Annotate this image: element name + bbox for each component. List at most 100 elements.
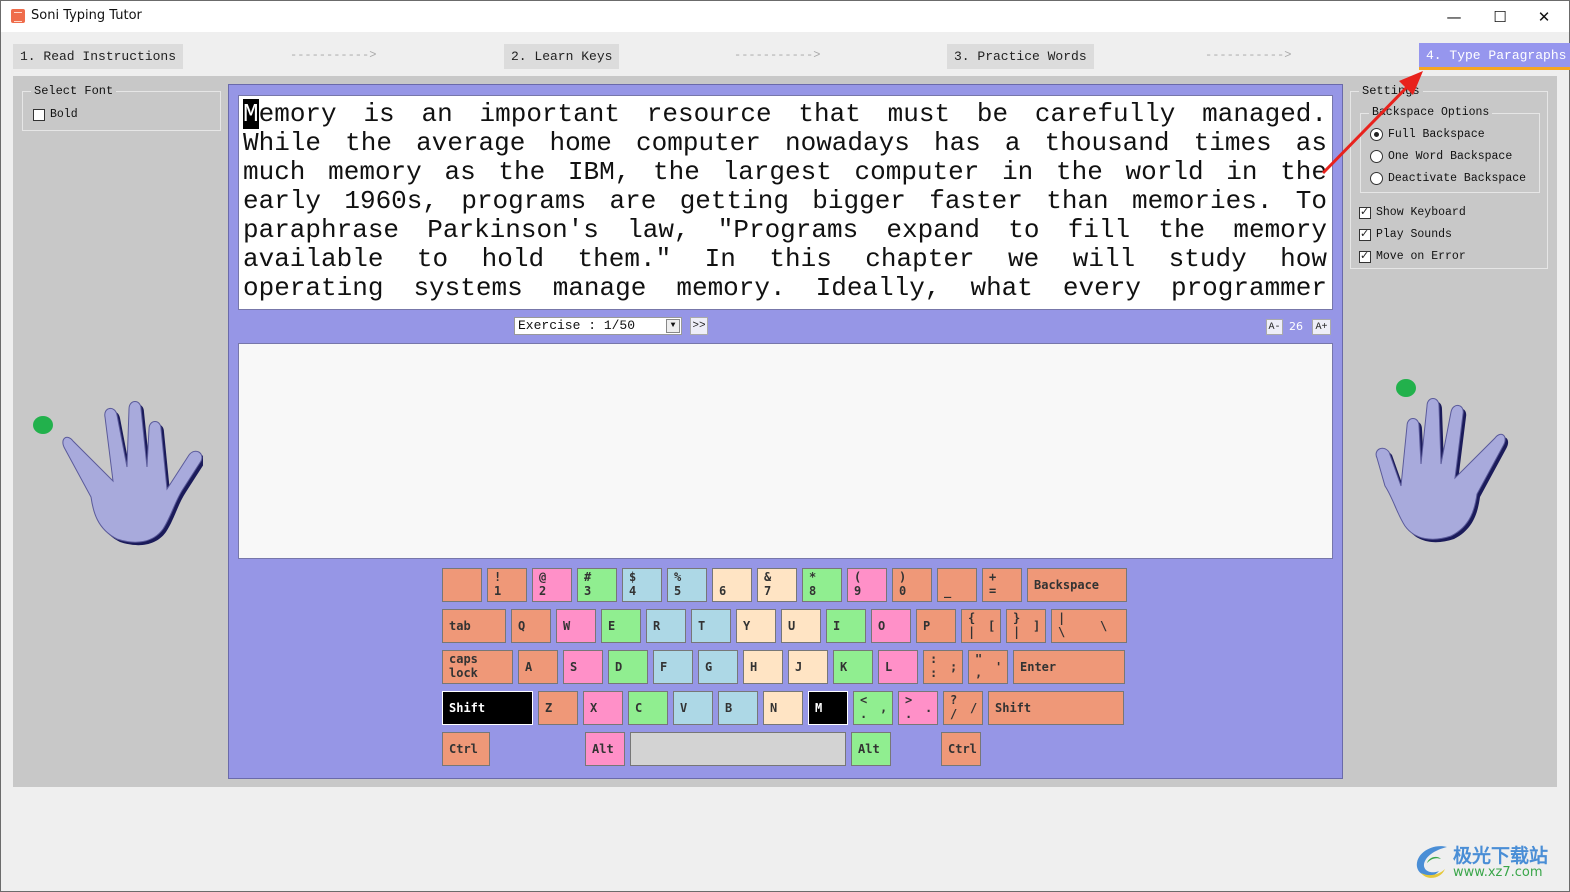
- key-label-mid: Ctrl: [449, 742, 478, 756]
- radio-full-backspace[interactable]: Full Backspace: [1370, 128, 1485, 141]
- paragraph-line: Memory is an important resource that mus…: [243, 99, 1327, 129]
- step-practice-words[interactable]: 3. Practice Words: [947, 44, 1094, 69]
- key-l: L: [878, 650, 918, 684]
- key-label-mid: Z: [545, 701, 553, 715]
- app-window: Soni Typing Tutor — ☐ ✕ 1. Read Instruct…: [0, 0, 1570, 892]
- key-label-right: \: [1100, 619, 1108, 633]
- step-learn-keys[interactable]: 2. Learn Keys: [504, 44, 620, 69]
- key-label-mid: Q: [518, 619, 526, 633]
- key-label-bot: 6: [719, 584, 727, 598]
- radio-button[interactable]: [1370, 128, 1383, 141]
- key-label-top: <: [860, 693, 868, 707]
- key-symbol: ", ': [968, 650, 1008, 684]
- app-icon: [11, 9, 25, 23]
- radio-one-word-backspace[interactable]: One Word Backspace: [1370, 150, 1512, 163]
- key-label-bot: lock: [449, 666, 478, 680]
- key-i: I: [826, 609, 866, 643]
- key-label-mid: Enter: [1020, 660, 1057, 674]
- key-symbol: ? / /: [943, 691, 983, 725]
- play-sounds-checkbox-row[interactable]: Play Sounds: [1359, 227, 1452, 241]
- key-label-top: ): [899, 570, 907, 584]
- maximize-button[interactable]: ☐: [1477, 1, 1523, 32]
- key-label-bot: \: [1058, 625, 1066, 639]
- key-ctrl: Ctrl: [941, 732, 981, 766]
- watermark-title: 极光下载站: [1453, 845, 1549, 867]
- key-tab: tab: [442, 609, 506, 643]
- key-k: K: [833, 650, 873, 684]
- key-label-right: .: [925, 701, 933, 715]
- key-label-bot: .: [905, 707, 913, 721]
- key-6: 6: [712, 568, 752, 602]
- font-increase-button[interactable]: A+: [1312, 319, 1331, 335]
- step-type-paragraphs[interactable]: 4. Type Paragraphs: [1419, 43, 1570, 70]
- key-9: (9: [847, 568, 887, 602]
- key-label-right: ;: [950, 660, 958, 674]
- backspace-options-group: Backspace Options Full Backspace One Wor…: [1360, 106, 1540, 193]
- paragraph-line: operating systems manage memory. Ideally…: [243, 273, 1327, 303]
- minimize-button[interactable]: —: [1431, 1, 1477, 32]
- play-sounds-checkbox[interactable]: [1359, 227, 1371, 241]
- current-char-highlight: M: [243, 99, 259, 129]
- settings-group: Settings Backspace Options Full Backspac…: [1350, 84, 1548, 269]
- typing-input-area[interactable]: [238, 343, 1333, 559]
- key-8: * 8: [802, 568, 842, 602]
- font-decrease-button[interactable]: A-: [1266, 319, 1283, 335]
- key-symbol: <.,: [853, 691, 893, 725]
- key-label-bot: _: [944, 584, 952, 598]
- close-button[interactable]: ✕: [1521, 1, 1567, 32]
- key-s: S: [563, 650, 603, 684]
- key-label-mid: M: [815, 701, 823, 715]
- key-label-mid: J: [795, 660, 803, 674]
- key-label-top: @: [539, 570, 547, 584]
- key-shift: Shift: [988, 691, 1124, 725]
- key-p: P: [916, 609, 956, 643]
- key-symbol: } |]: [1006, 609, 1046, 643]
- next-exercise-button[interactable]: >>: [690, 317, 708, 335]
- key-label-top: |: [1058, 611, 1066, 625]
- key-label-mid: H: [750, 660, 758, 674]
- key-c: C: [628, 691, 668, 725]
- bold-checkbox[interactable]: [33, 108, 45, 121]
- key-3: #3: [577, 568, 617, 602]
- key-label-mid: Shift: [449, 701, 486, 715]
- key-label-bot: /: [950, 707, 958, 721]
- key-h: H: [743, 650, 783, 684]
- key-enter: Enter: [1013, 650, 1125, 684]
- key-backspace: Backspace: [1027, 568, 1127, 602]
- minimize-icon: —: [1446, 7, 1462, 26]
- key-label-bot: 4: [629, 584, 637, 598]
- key-t: T: [691, 609, 731, 643]
- key-label-mid: Shift: [995, 701, 1032, 715]
- key-lock: caps lock: [442, 650, 513, 684]
- show-keyboard-checkbox-row[interactable]: Show Keyboard: [1359, 205, 1466, 219]
- key-q: Q: [511, 609, 551, 643]
- paragraph-line: early 1960s, programs are getting bigger…: [243, 186, 1327, 216]
- key-1: ! 1: [487, 568, 527, 602]
- key-d: D: [608, 650, 648, 684]
- radio-deactivate-backspace[interactable]: Deactivate Backspace: [1370, 172, 1526, 185]
- font-size-value: 26: [1289, 320, 1303, 333]
- key-x: X: [583, 691, 623, 725]
- chevron-down-icon[interactable]: ▼: [666, 319, 680, 333]
- key-label-mid: S: [570, 660, 578, 674]
- show-keyboard-checkbox[interactable]: [1359, 205, 1371, 219]
- key-label-mid: Backspace: [1034, 578, 1100, 592]
- step-read-instructions[interactable]: 1. Read Instructions: [13, 44, 184, 69]
- exercise-select[interactable]: Exercise : 1/50 ▼: [514, 317, 682, 335]
- key-label-top: }: [1013, 611, 1021, 625]
- key-label-bot: 0: [899, 584, 907, 598]
- radio-button[interactable]: [1370, 150, 1383, 163]
- key-label-mid: U: [788, 619, 796, 633]
- bold-checkbox-row[interactable]: Bold: [33, 108, 78, 121]
- key-y: Y: [736, 609, 776, 643]
- move-on-error-checkbox[interactable]: [1359, 249, 1371, 263]
- radio-button[interactable]: [1370, 172, 1383, 185]
- key-label-mid: Ctrl: [948, 742, 977, 756]
- key-label-mid: X: [590, 701, 598, 715]
- key-5: % 5: [667, 568, 707, 602]
- move-on-error-checkbox-row[interactable]: Move on Error: [1359, 249, 1466, 263]
- key-label-right: ': [995, 660, 1003, 674]
- paragraph-line: paraphrase Parkinson's law, "Programs ex…: [243, 215, 1327, 245]
- key-symbol: | \ \: [1051, 609, 1127, 643]
- key-r: R: [646, 609, 686, 643]
